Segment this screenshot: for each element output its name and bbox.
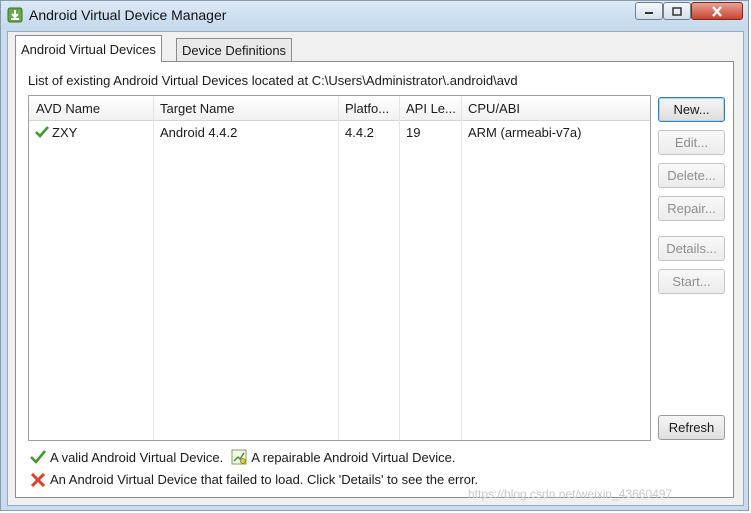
edit-button[interactable]: Edit... — [658, 130, 725, 155]
window-title: Android Virtual Device Manager — [29, 7, 227, 23]
title-bar[interactable]: Android Virtual Device Manager — [1, 1, 748, 29]
avd-name: ZXY — [52, 125, 78, 140]
legend-repairable-text: A repairable Android Virtual Device. — [251, 449, 456, 465]
tab-android-virtual-devices[interactable]: Android Virtual Devices — [15, 35, 162, 62]
android-download-icon — [7, 7, 23, 23]
legend-row-failed: An Android Virtual Device that failed to… — [30, 472, 478, 487]
cpu-abi-cell: ARM (armeabi-v7a) — [468, 125, 582, 140]
column-divider[interactable] — [399, 96, 400, 440]
repair-button[interactable]: Repair... — [658, 196, 725, 221]
watermark: https://blog.csdn.net/weixin_43660497 — [468, 487, 673, 501]
start-button[interactable]: Start... — [658, 269, 725, 294]
avd-manager-window: Android Virtual Device Manager Android V… — [0, 0, 749, 511]
column-target-name[interactable]: Target Name — [160, 101, 234, 116]
table-header: AVD Name Target Name Platfo... API Le...… — [29, 96, 650, 121]
column-cpu-abi[interactable]: CPU/ABI — [468, 101, 520, 116]
column-divider[interactable] — [338, 96, 339, 440]
avd-table[interactable]: AVD Name Target Name Platfo... API Le...… — [28, 95, 651, 441]
legend-valid-text: A valid Android Virtual Device. — [50, 449, 224, 465]
column-api-level[interactable]: API Le... — [406, 101, 456, 116]
tab-device-definitions[interactable]: Device Definitions — [176, 38, 293, 62]
maximize-icon — [672, 6, 682, 16]
close-button[interactable] — [691, 2, 743, 20]
maximize-button[interactable] — [663, 2, 691, 20]
details-button[interactable]: Details... — [658, 236, 725, 261]
repairable-icon — [231, 449, 247, 465]
minimize-button[interactable] — [635, 2, 663, 20]
api-level-cell: 19 — [406, 125, 421, 140]
new-button[interactable]: New... — [658, 97, 725, 122]
delete-button[interactable]: Delete... — [658, 163, 725, 188]
column-avd-name[interactable]: AVD Name — [36, 101, 100, 116]
legend-failed-text: An Android Virtual Device that failed to… — [50, 472, 479, 487]
column-platform[interactable]: Platfo... — [345, 101, 389, 116]
valid-check-icon — [30, 450, 46, 464]
avd-name-cell: ZXY — [35, 125, 77, 140]
column-divider[interactable] — [461, 96, 462, 440]
target-name-cell: Android 4.4.2 — [160, 125, 238, 140]
column-divider[interactable] — [153, 96, 154, 440]
avd-path-label: List of existing Android Virtual Devices… — [28, 73, 518, 88]
refresh-button[interactable]: Refresh — [658, 415, 725, 440]
minimize-icon — [645, 12, 653, 14]
close-icon — [712, 5, 722, 17]
platform-cell: 4.4.2 — [345, 125, 374, 140]
tab-panel: List of existing Android Virtual Devices… — [15, 61, 734, 498]
error-x-icon — [30, 472, 46, 487]
valid-check-icon — [35, 126, 49, 138]
client-area: Android Virtual Devices Device Definitio… — [7, 31, 744, 506]
legend-row-valid-repairable: A valid Android Virtual Device. A repair… — [30, 449, 455, 465]
